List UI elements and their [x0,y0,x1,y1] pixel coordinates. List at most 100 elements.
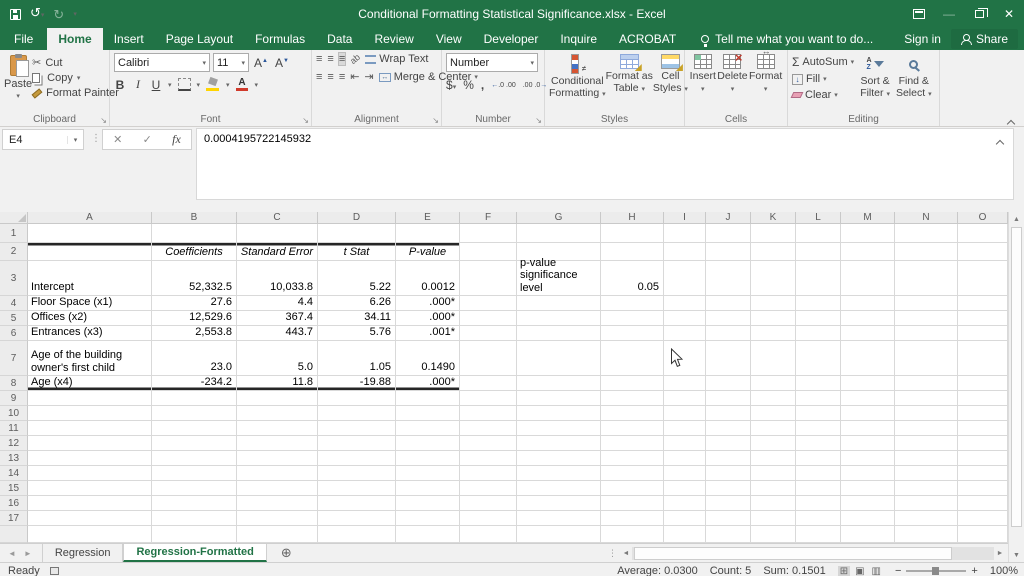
cell-J14[interactable] [706,466,751,481]
autosum-button[interactable]: ΣAutoSum▾ [792,55,854,69]
cell-M14[interactable] [841,466,895,481]
scroll-right-icon[interactable]: ► [994,550,1006,557]
cell-D12[interactable] [318,436,396,451]
ribbon-tab-view[interactable]: View [425,28,473,50]
cell-Cx[interactable] [237,526,318,543]
cell-D16[interactable] [318,496,396,511]
cell-E13[interactable] [396,451,460,466]
cell-F17[interactable] [460,511,517,526]
cell-A2[interactable] [28,243,152,261]
cell-G12[interactable] [517,436,601,451]
cell-Ax[interactable] [28,526,152,543]
new-sheet-button[interactable]: ⊕ [267,544,306,562]
undo-button[interactable]: ↺▾ [30,6,44,22]
cell-D7[interactable]: 1.05 [318,341,396,376]
cell-L8[interactable] [796,376,841,391]
cell-M3[interactable] [841,261,895,296]
cell-C2[interactable]: Standard Error [237,243,318,261]
cell-O14[interactable] [958,466,1008,481]
cell-E11[interactable] [396,421,460,436]
cell-E10[interactable] [396,406,460,421]
cell-L12[interactable] [796,436,841,451]
fill-color-dropdown-icon[interactable]: ▾ [226,81,230,89]
bottom-align-icon[interactable]: ≡ [339,53,345,65]
cell-E7[interactable]: 0.1490 [396,341,460,376]
cell-Jx[interactable] [706,526,751,543]
cell-M16[interactable] [841,496,895,511]
cell-I6[interactable] [664,326,706,341]
cell-D3[interactable]: 5.22 [318,261,396,296]
cell-G1[interactable] [517,224,601,243]
cell-B8[interactable]: -234.2 [152,376,237,391]
cut-button[interactable]: ✂Cut [32,56,119,69]
increase-indent-icon[interactable]: ⇥ [364,71,373,83]
cell-A3[interactable]: Intercept [28,261,152,296]
cell-I14[interactable] [664,466,706,481]
cell-D17[interactable] [318,511,396,526]
cell-J10[interactable] [706,406,751,421]
ribbon-tab-page-layout[interactable]: Page Layout [155,28,244,50]
italic-button[interactable]: I [132,77,144,92]
ribbon-tab-insert[interactable]: Insert [103,28,155,50]
cell-G7[interactable] [517,341,601,376]
sign-in-link[interactable]: Sign in [904,32,941,46]
cell-G3[interactable]: p-value significance level [517,261,601,296]
row-header-10[interactable]: 10 [0,406,28,421]
cell-A6[interactable]: Entrances (x3) [28,326,152,341]
previous-sheet-icon[interactable]: ◄ [8,549,16,558]
cell-I15[interactable] [664,481,706,496]
cell-H9[interactable] [601,391,664,406]
cell-J1[interactable] [706,224,751,243]
macro-record-icon[interactable] [50,567,59,575]
cell-O2[interactable] [958,243,1008,261]
cell-D9[interactable] [318,391,396,406]
cell-J3[interactable] [706,261,751,296]
cell-F14[interactable] [460,466,517,481]
cell-E16[interactable] [396,496,460,511]
cell-K5[interactable] [751,311,796,326]
cell-O10[interactable] [958,406,1008,421]
cell-N5[interactable] [895,311,958,326]
align-left-icon[interactable]: ≡ [316,71,322,83]
cell-Mx[interactable] [841,526,895,543]
cell-C7[interactable]: 5.0 [237,341,318,376]
cell-A12[interactable] [28,436,152,451]
cell-C1[interactable] [237,224,318,243]
middle-align-icon[interactable]: ≡ [327,53,333,65]
cell-H1[interactable] [601,224,664,243]
cell-I8[interactable] [664,376,706,391]
normal-view-button[interactable]: ⊞ [838,566,850,576]
cell-B9[interactable] [152,391,237,406]
underline-button[interactable]: U [150,78,162,92]
collapse-ribbon-button[interactable] [1008,114,1016,122]
column-header-G[interactable]: G [517,212,601,224]
cell-L17[interactable] [796,511,841,526]
cell-M10[interactable] [841,406,895,421]
cell-F15[interactable] [460,481,517,496]
cell-G10[interactable] [517,406,601,421]
cell-A9[interactable] [28,391,152,406]
cell-B6[interactable]: 2,553.8 [152,326,237,341]
cell-D14[interactable] [318,466,396,481]
cell-C5[interactable]: 367.4 [237,311,318,326]
cell-D4[interactable]: 6.26 [318,296,396,311]
cell-G17[interactable] [517,511,601,526]
cell-G16[interactable] [517,496,601,511]
ribbon-tab-developer[interactable]: Developer [473,28,550,50]
paste-button[interactable]: Paste ▾ [4,53,32,112]
cell-L6[interactable] [796,326,841,341]
cell-C4[interactable]: 4.4 [237,296,318,311]
cell-E3[interactable]: 0.0012 [396,261,460,296]
cell-H14[interactable] [601,466,664,481]
cell-C15[interactable] [237,481,318,496]
share-button[interactable]: Share [951,29,1018,49]
cell-O11[interactable] [958,421,1008,436]
cell-E2[interactable]: P-value [396,243,460,261]
close-button[interactable]: ✕ [994,0,1024,28]
insert-cells-button[interactable]: Insert▾ [690,53,716,112]
next-sheet-icon[interactable]: ► [24,549,32,558]
cell-D10[interactable] [318,406,396,421]
cell-M15[interactable] [841,481,895,496]
cell-N12[interactable] [895,436,958,451]
cell-Fx[interactable] [460,526,517,543]
